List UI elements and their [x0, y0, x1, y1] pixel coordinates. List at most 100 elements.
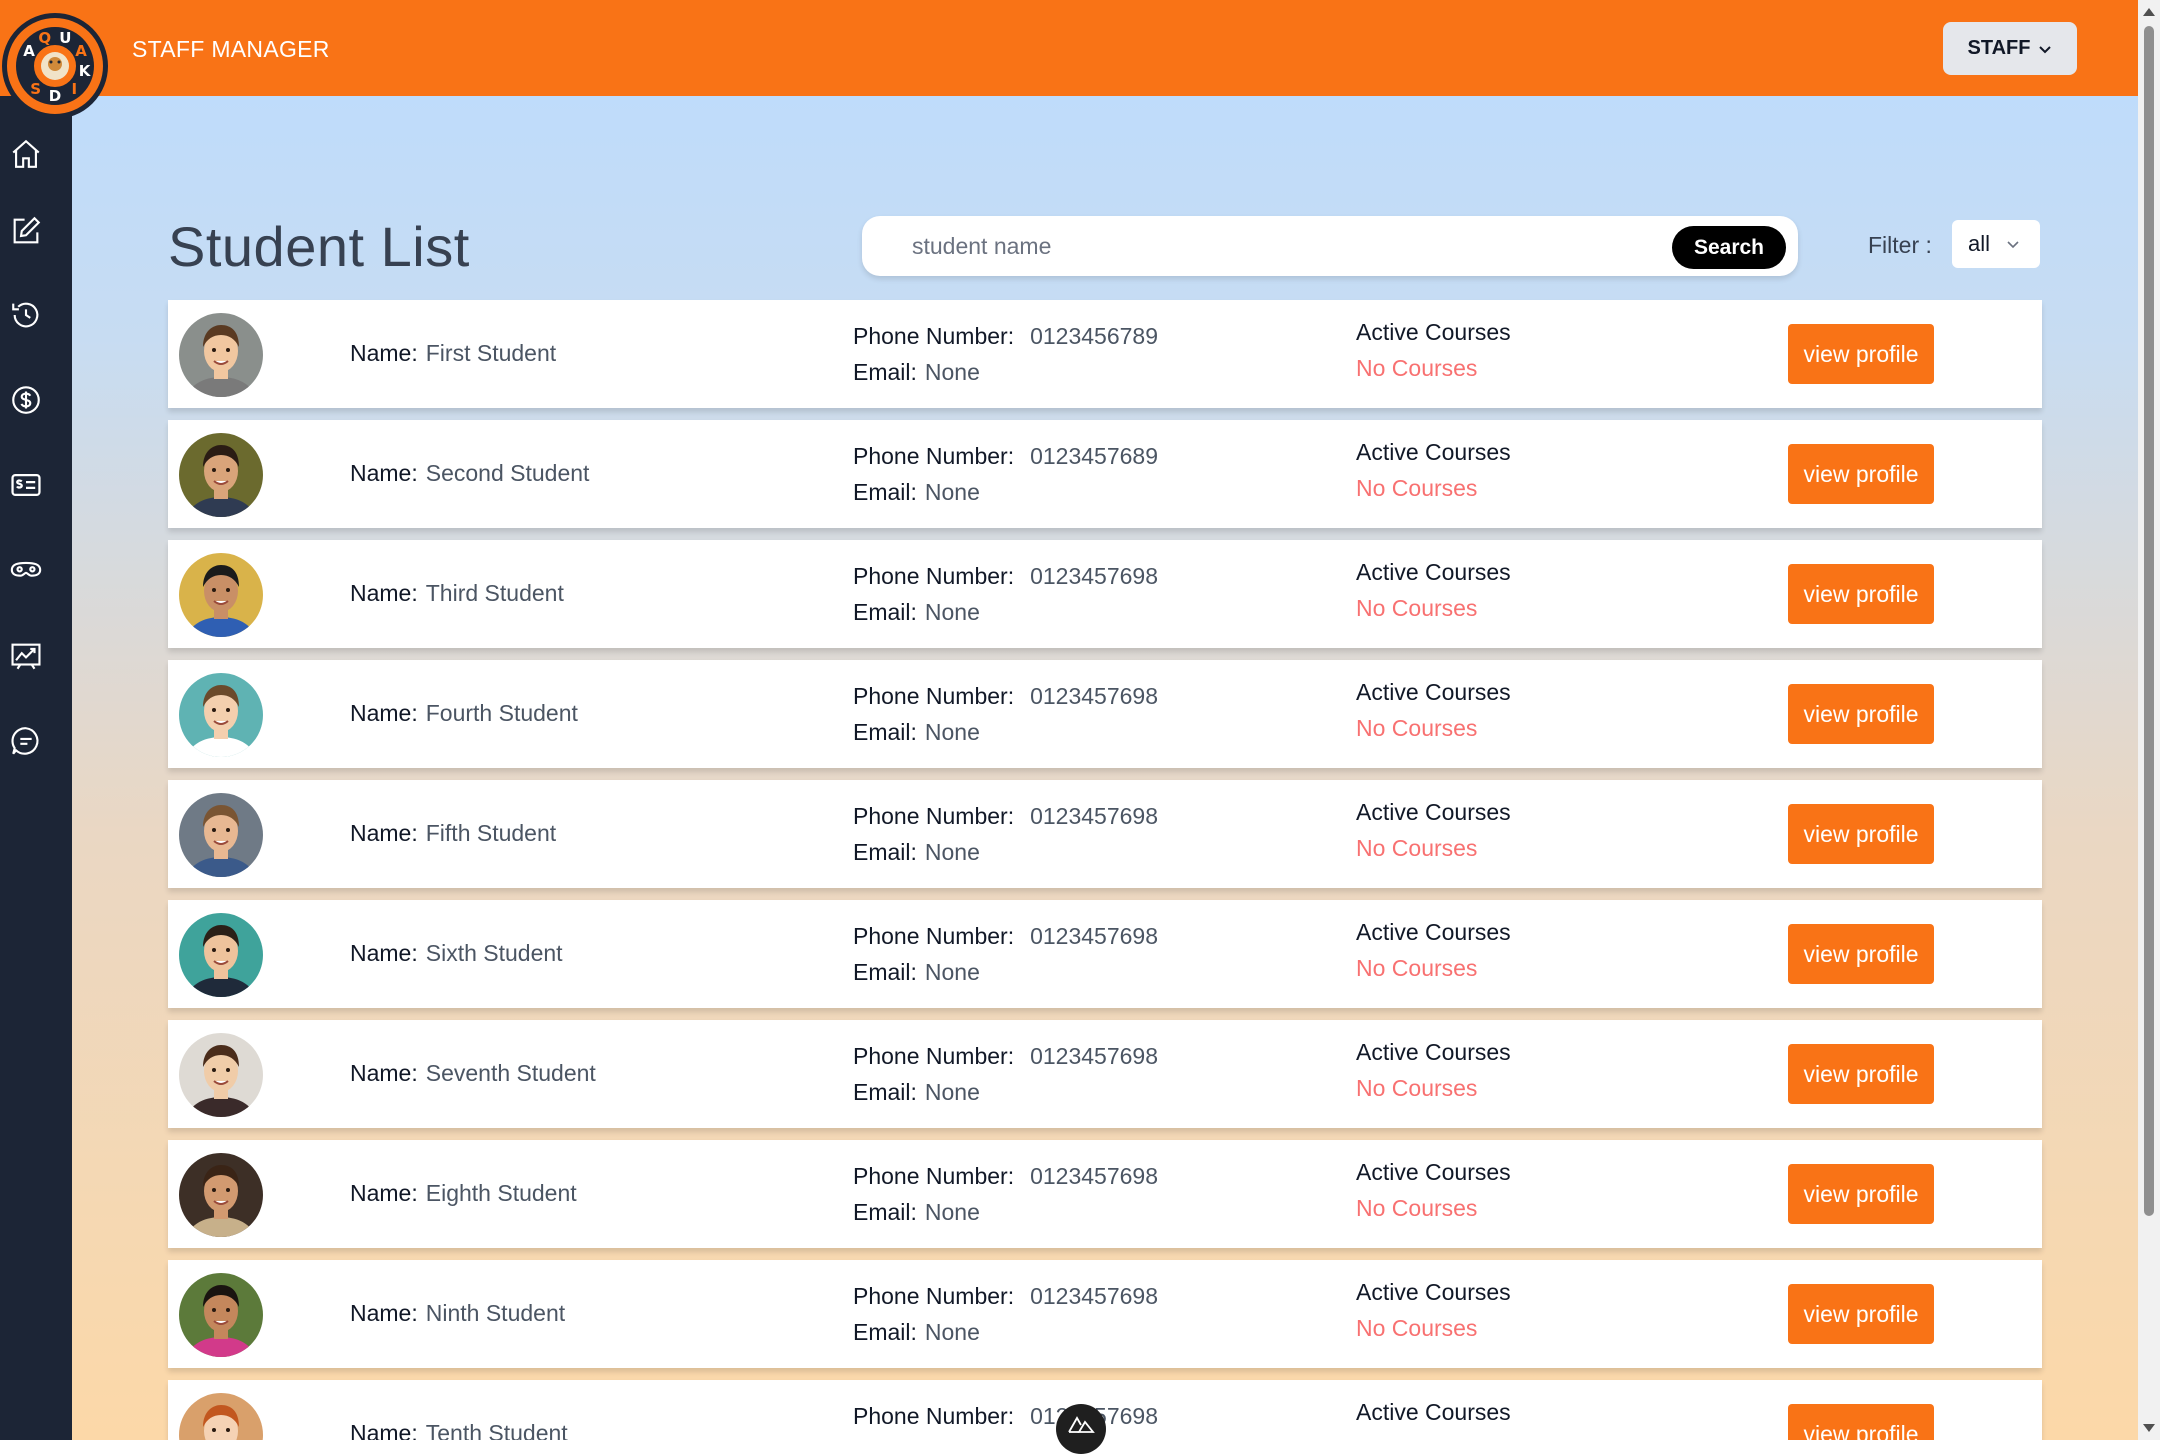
staff-menu-label: STAFF	[1967, 37, 2031, 59]
student-email-field: Email: None	[853, 1319, 980, 1346]
app-title: STAFF MANAGER	[132, 36, 330, 62]
student-phone-field: Phone Number: 0123457689	[853, 443, 1158, 470]
page-scrollbar[interactable]	[2138, 0, 2160, 1440]
sidebar-item-payments[interactable]	[8, 382, 44, 418]
student-name: Third Student	[425, 580, 564, 606]
edit-icon	[13, 216, 41, 244]
name-label: Name:	[350, 1300, 418, 1326]
view-profile-button[interactable]: view profile	[1788, 1044, 1934, 1104]
phone-label: Phone Number:	[853, 1163, 1015, 1189]
logo-letter: A	[23, 42, 35, 60]
student-photo	[179, 673, 263, 757]
student-row: Name: Seventh Student Phone Number: 012345…	[168, 1020, 2042, 1128]
student-photo	[179, 913, 263, 997]
nuxt-devtools-button[interactable]	[1056, 1404, 1106, 1454]
search-input[interactable]	[882, 224, 1622, 268]
student-avatar	[179, 433, 263, 517]
scrollbar-thumb[interactable]	[2144, 26, 2154, 1216]
student-phone-field: Phone Number: 0123457698	[853, 563, 1158, 590]
student-phone: 0123457698	[1030, 563, 1159, 589]
sidebar-item-history[interactable]	[8, 297, 44, 333]
chevron-down-icon	[2007, 241, 2019, 249]
student-email: None	[924, 839, 980, 865]
student-name-field: Name: Third Student	[350, 580, 564, 607]
student-email: None	[924, 1319, 980, 1345]
home-icon	[12, 139, 40, 168]
history-icon	[12, 302, 39, 328]
student-name-field: Name: Seventh Student	[350, 1060, 596, 1087]
swimming-goggles-icon	[10, 561, 42, 577]
view-profile-button[interactable]: view profile	[1788, 1404, 1934, 1440]
name-label: Name:	[350, 460, 418, 486]
view-profile-button[interactable]: view profile	[1788, 324, 1934, 384]
active-courses-label: Active Courses	[1356, 439, 1511, 465]
student-phone: 0123457698	[1030, 923, 1159, 949]
active-courses-label: Active Courses	[1356, 1279, 1511, 1305]
phone-label: Phone Number:	[853, 1403, 1015, 1429]
active-courses-value: No Courses	[1356, 1435, 1477, 1440]
search-button[interactable]: Search	[1672, 226, 1786, 269]
student-name-field: Name: Second Student	[350, 460, 589, 487]
student-name-field: Name: Sixth Student	[350, 940, 563, 967]
sidebar-item-reports[interactable]	[8, 638, 44, 674]
filter-select[interactable]: all	[1952, 220, 2040, 268]
student-avatar	[179, 1393, 263, 1440]
student-name: Second Student	[425, 460, 590, 486]
sidebar-item-cards[interactable]	[8, 467, 44, 503]
student-email-field: Email: None	[853, 599, 980, 626]
sidebar-item-edit[interactable]	[8, 213, 44, 249]
email-label: Email:	[853, 1319, 917, 1345]
sidebar-item-messages[interactable]	[8, 723, 44, 759]
filter-label: Filter :	[1868, 232, 1932, 258]
student-photo	[179, 1393, 263, 1440]
view-profile-button[interactable]: view profile	[1788, 1164, 1934, 1224]
view-profile-button[interactable]: view profile	[1788, 924, 1934, 984]
phone-label: Phone Number:	[853, 1283, 1015, 1309]
staff-menu-button[interactable]: STAFF	[1943, 22, 2077, 75]
view-profile-button[interactable]: view profile	[1788, 444, 1934, 504]
name-label: Name:	[350, 820, 418, 846]
student-phone: 0123456789	[1030, 323, 1159, 349]
student-email: None	[924, 359, 980, 385]
active-courses-value: No Courses	[1356, 1075, 1478, 1101]
email-label: Email:	[853, 839, 917, 865]
student-avatar	[179, 913, 263, 997]
phone-label: Phone Number:	[853, 443, 1015, 469]
name-label: Name:	[350, 1060, 418, 1086]
phone-label: Phone Number:	[853, 1043, 1015, 1069]
sidebar-item-home[interactable]	[8, 136, 44, 172]
scroll-down-icon[interactable]	[2143, 1424, 2155, 1432]
analytics-icon	[11, 643, 41, 670]
student-email-field: Email: None	[853, 719, 980, 746]
student-name: First Student	[425, 340, 557, 366]
view-profile-button[interactable]: view profile	[1788, 564, 1934, 624]
student-name-field: Name: Ninth Student	[350, 1300, 565, 1327]
email-label: Email:	[853, 719, 917, 745]
logo-letter: S	[30, 80, 41, 98]
student-row: Name: Fifth Student Phone Number: 01234576…	[168, 780, 2042, 888]
student-phone-field: Phone Number: 0123457698	[853, 1043, 1158, 1070]
view-profile-button[interactable]: view profile	[1788, 804, 1934, 864]
student-name-field: Name: Fourth Student	[350, 700, 578, 727]
sidebar-item-classes[interactable]	[8, 552, 44, 588]
active-courses-label: Active Courses	[1356, 1159, 1511, 1185]
logo-letters: AQ UAKIDS	[23, 29, 91, 105]
student-row: Name: Sixth Student Phone Number: 01234576…	[168, 900, 2042, 1008]
sidebar	[0, 0, 72, 1440]
student-row: Name: Fourth Student Phone Number: 0123457…	[168, 660, 2042, 768]
active-courses-label: Active Courses	[1356, 559, 1511, 585]
scroll-up-icon[interactable]	[2143, 8, 2155, 16]
logo-letter: I	[72, 80, 78, 98]
top-header: STAFF MANAGER STAFF	[0, 0, 2138, 96]
student-email: None	[924, 599, 980, 625]
view-profile-button[interactable]: view profile	[1788, 684, 1934, 744]
view-profile-button[interactable]: view profile	[1788, 1284, 1934, 1344]
student-phone-field: Phone Number: 0123457698	[853, 1283, 1158, 1310]
student-avatar	[179, 1273, 263, 1357]
student-name: Seventh Student	[425, 1060, 596, 1086]
student-phone: 0123457698	[1030, 1283, 1159, 1309]
aquakids-logo[interactable]: AQUAKIDS	[2, 13, 108, 119]
student-photo	[179, 553, 263, 637]
student-phone-field: Phone Number: 0123457698	[853, 923, 1158, 950]
active-courses-label: Active Courses	[1356, 679, 1511, 705]
